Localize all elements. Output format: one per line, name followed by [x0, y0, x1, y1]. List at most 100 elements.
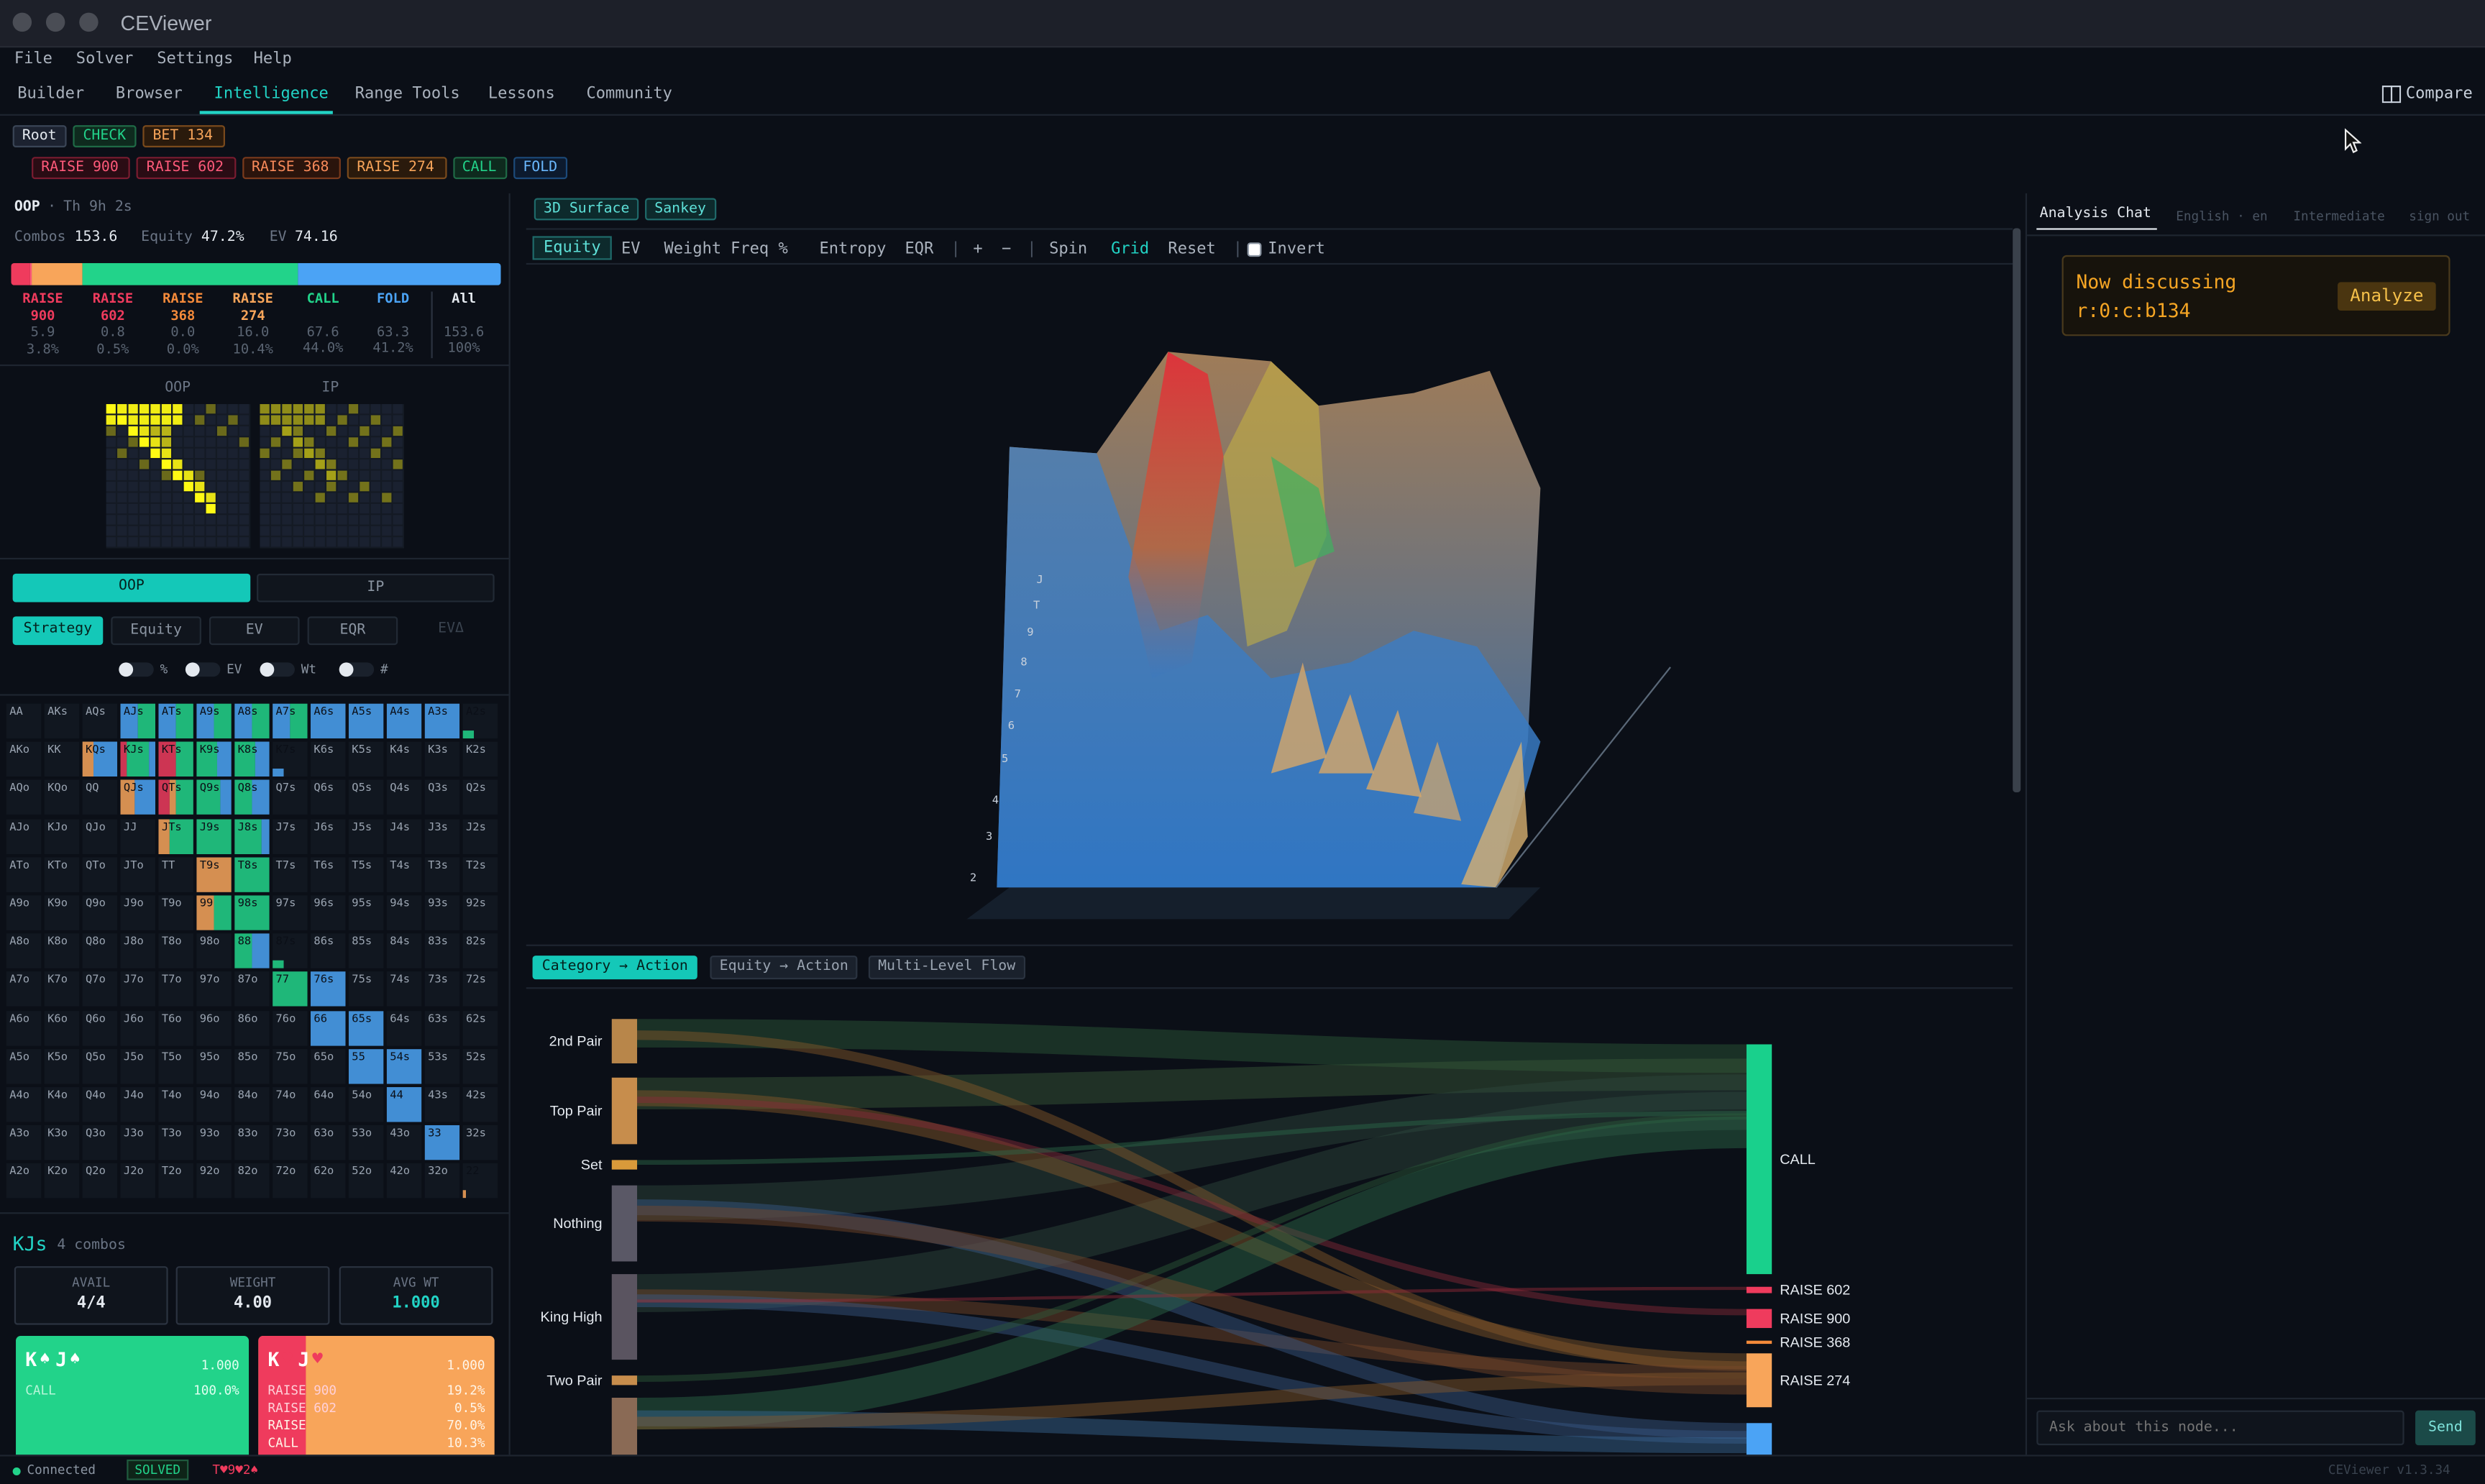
- view-tab-equity[interactable]: Equity: [111, 616, 201, 646]
- hand-cell-KK[interactable]: KK: [44, 741, 80, 777]
- player-toggle-ip[interactable]: IP: [257, 573, 495, 603]
- hand-cell-A6s[interactable]: A6s: [311, 703, 346, 739]
- hand-cell-J4o[interactable]: J4o: [120, 1087, 156, 1122]
- hand-cell-J7o[interactable]: J7o: [120, 971, 156, 1007]
- hand-cell-73s[interactable]: 73s: [424, 971, 460, 1007]
- hand-cell-95s[interactable]: 95s: [348, 895, 384, 930]
- minimize-window-button[interactable]: [45, 12, 65, 32]
- hand-cell-32s[interactable]: 32s: [462, 1125, 498, 1160]
- hand-cell-JTo[interactable]: JTo: [120, 856, 156, 892]
- hand-cell-96o[interactable]: 96o: [196, 1010, 232, 1045]
- hand-cell-94s[interactable]: 94s: [386, 895, 422, 930]
- hand-cell-K5s[interactable]: K5s: [348, 741, 384, 777]
- hand-cell-83o[interactable]: 83o: [234, 1125, 270, 1160]
- hand-cell-85o[interactable]: 85o: [234, 1048, 270, 1084]
- chat-input[interactable]: [2036, 1410, 2404, 1446]
- hand-cell-J6o[interactable]: J6o: [120, 1010, 156, 1045]
- hand-cell-KJo[interactable]: KJo: [44, 818, 80, 854]
- hand-cell-T9s[interactable]: T9s: [196, 856, 232, 892]
- action-stat-1[interactable]: RAISE 602 0.8 0.5%: [81, 292, 145, 359]
- hand-cell-53o[interactable]: 53o: [348, 1125, 384, 1160]
- hand-cell-J5o[interactable]: J5o: [120, 1048, 156, 1084]
- action-stat-2[interactable]: RAISE 368 0.0 0.0%: [151, 292, 214, 359]
- sankey-tab-multi-level[interactable]: Multi-Level Flow: [868, 956, 1025, 980]
- hand-cell-ATo[interactable]: ATo: [6, 856, 42, 892]
- hand-cell-86s[interactable]: 86s: [311, 933, 346, 969]
- hand-cell-65o[interactable]: 65o: [311, 1048, 346, 1084]
- combo-card-kh-jh[interactable]: K ♥ J ♥ 1.000 RAISE 900 19.2% RAISE 602 0.5…: [258, 1336, 495, 1455]
- hand-cell-J4s[interactable]: J4s: [386, 818, 422, 854]
- action-chip-fold[interactable]: FOLD: [513, 157, 568, 180]
- hand-cell-K6o[interactable]: K6o: [44, 1010, 80, 1045]
- hand-cell-J9o[interactable]: J9o: [120, 895, 156, 930]
- hand-cell-K7s[interactable]: K7s: [273, 741, 308, 777]
- hand-cell-72s[interactable]: 72s: [462, 971, 498, 1007]
- tab-lessons[interactable]: Lessons: [488, 86, 555, 103]
- sankey-diagram[interactable]: 2nd Pair Top Pair Set Nothing King High Two P…: [526, 989, 2013, 1455]
- hand-cell-64s[interactable]: 64s: [386, 1010, 422, 1045]
- hand-cell-75o[interactable]: 75o: [273, 1048, 308, 1084]
- hand-cell-JJ[interactable]: JJ: [120, 818, 156, 854]
- zoom-window-button[interactable]: [79, 12, 99, 32]
- hand-cell-76o[interactable]: 76o: [273, 1010, 308, 1045]
- hand-cell-99[interactable]: 99: [196, 895, 232, 930]
- tab-intelligence[interactable]: Intelligence: [214, 86, 329, 103]
- hand-cell-Q3o[interactable]: Q3o: [82, 1125, 118, 1160]
- hand-cell-K2o[interactable]: K2o: [44, 1163, 80, 1199]
- toolbar-+[interactable]: +: [973, 241, 982, 258]
- analyze-button[interactable]: Analyze: [2338, 282, 2436, 311]
- hand-cell-Q8o[interactable]: Q8o: [82, 933, 118, 969]
- action-chip-raise-900[interactable]: RAISE 900: [32, 157, 131, 180]
- hand-cell-K3o[interactable]: K3o: [44, 1125, 80, 1160]
- hand-cell-63o[interactable]: 63o: [311, 1125, 346, 1160]
- tab-range-tools[interactable]: Range Tools: [355, 86, 460, 103]
- path-chip-root[interactable]: Root: [12, 125, 68, 147]
- hand-cell-84o[interactable]: 84o: [234, 1087, 270, 1122]
- hand-cell-63s[interactable]: 63s: [424, 1010, 460, 1045]
- hand-cell-Q7s[interactable]: Q7s: [273, 780, 308, 815]
- hand-cell-Q5s[interactable]: Q5s: [348, 780, 384, 815]
- hand-cell-Q5o[interactable]: Q5o: [82, 1048, 118, 1084]
- hand-cell-A4o[interactable]: A4o: [6, 1087, 42, 1122]
- hand-cell-96s[interactable]: 96s: [311, 895, 346, 930]
- hand-cell-A7s[interactable]: A7s: [273, 703, 308, 739]
- hand-cell-AKs[interactable]: AKs: [44, 703, 80, 739]
- hand-cell-AKo[interactable]: AKo: [6, 741, 42, 777]
- hand-cell-74o[interactable]: 74o: [273, 1087, 308, 1122]
- hand-cell-T4o[interactable]: T4o: [158, 1087, 193, 1122]
- viz-tab-3d-surface[interactable]: 3D Surface: [534, 198, 639, 221]
- hand-cell-J6s[interactable]: J6s: [311, 818, 346, 854]
- view-tab-strategy[interactable]: Strategy: [12, 616, 104, 646]
- hand-cell-55[interactable]: 55: [348, 1048, 384, 1084]
- hand-cell-73o[interactable]: 73o: [273, 1125, 308, 1160]
- hand-cell-T7o[interactable]: T7o: [158, 971, 193, 1007]
- action-chip-raise-274[interactable]: RAISE 274: [347, 157, 447, 180]
- hand-cell-J9s[interactable]: J9s: [196, 818, 232, 854]
- action-chip-raise-602[interactable]: RAISE 602: [137, 157, 236, 180]
- tab-community[interactable]: Community: [587, 86, 672, 103]
- hand-cell-T2o[interactable]: T2o: [158, 1163, 193, 1199]
- hand-cell-A7o[interactable]: A7o: [6, 971, 42, 1007]
- sankey-tab-category-action[interactable]: Category → Action: [532, 956, 698, 980]
- surface-3d-plot[interactable]: JT 9 8 7 6 5 4 3 2: [526, 266, 2013, 944]
- send-button[interactable]: Send: [2415, 1410, 2476, 1446]
- hand-cell-ATs[interactable]: ATs: [158, 703, 193, 739]
- hand-cell-T6o[interactable]: T6o: [158, 1010, 193, 1045]
- hand-cell-T8s[interactable]: T8s: [234, 856, 270, 892]
- hand-cell-T7s[interactable]: T7s: [273, 856, 308, 892]
- hand-cell-J2o[interactable]: J2o: [120, 1163, 156, 1199]
- hand-cell-Q7o[interactable]: Q7o: [82, 971, 118, 1007]
- hand-cell-65s[interactable]: 65s: [348, 1010, 384, 1045]
- sign-out-link[interactable]: sign out: [2409, 209, 2470, 224]
- action-stat-4[interactable]: CALL 67.6 44.0%: [291, 292, 354, 357]
- viz-tab-sankey[interactable]: Sankey: [645, 198, 716, 221]
- hand-cell-Q8s[interactable]: Q8s: [234, 780, 270, 815]
- toolbar-ev[interactable]: EV: [621, 241, 641, 258]
- hand-cell-93s[interactable]: 93s: [424, 895, 460, 930]
- hand-cell-K4s[interactable]: K4s: [386, 741, 422, 777]
- hand-cell-94o[interactable]: 94o: [196, 1087, 232, 1122]
- hand-cell-QJo[interactable]: QJo: [82, 818, 118, 854]
- view-tab-ev[interactable]: EV: [209, 616, 300, 646]
- hand-cell-32o[interactable]: 32o: [424, 1163, 460, 1199]
- toolbar-eqr[interactable]: EQR: [905, 241, 934, 258]
